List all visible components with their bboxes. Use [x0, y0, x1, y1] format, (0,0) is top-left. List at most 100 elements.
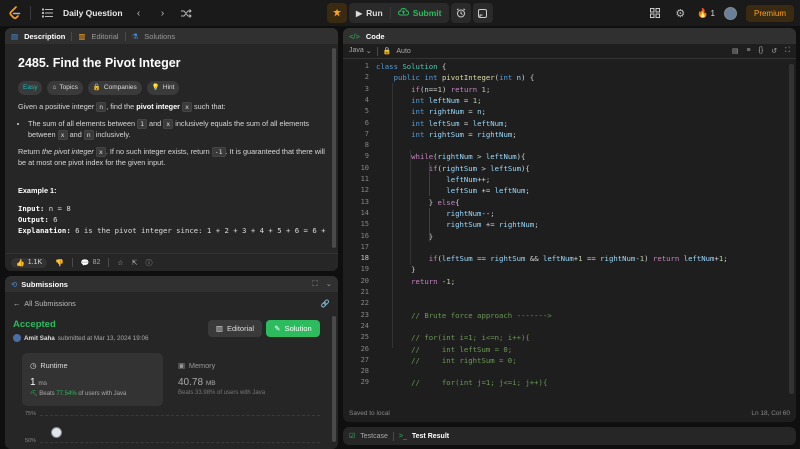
layout-grid-icon[interactable] [647, 5, 663, 21]
run-submit-group: ▶ Run Submit [349, 3, 449, 23]
bookmark-icon[interactable]: ▤ [732, 47, 739, 55]
problem-title[interactable]: 2485. Find the Pivot Integer [18, 54, 325, 72]
language-select[interactable]: Java ⌄ [349, 47, 372, 55]
chart-gridline [40, 415, 320, 416]
help-icon[interactable]: ⓘ [146, 258, 153, 268]
leetcode-logo-icon[interactable] [8, 6, 22, 20]
comment-icon: 💬 [80, 259, 90, 267]
code-toolbar: Java ⌄ 🔒 Auto ▤ ≡ {} ↺ ⛶ [343, 44, 796, 59]
tab-code[interactable]: Code [366, 32, 385, 41]
thumbs-up-icon: 👍 [16, 259, 25, 267]
scrollbar[interactable] [332, 48, 336, 248]
run-button[interactable]: ▶ Run [349, 3, 390, 23]
runtime-card[interactable]: ◷ Runtime 1 ms ⛏ Beats 77.54% of users wi… [22, 353, 163, 406]
format-icon[interactable]: ≡ [746, 47, 750, 55]
problem-tags: Easy ⌂ Topics 🔒 Companies 💡 Hint [18, 81, 325, 95]
auto-mode[interactable]: Auto [396, 48, 410, 55]
indent-guide [429, 208, 430, 242]
chevron-right-icon[interactable]: › [155, 5, 171, 21]
alarm-clock-icon[interactable] [450, 3, 471, 23]
submit-button[interactable]: Submit [391, 3, 449, 23]
problem-return: Return the pivot integer x. If no such i… [18, 147, 325, 167]
braces-icon[interactable]: {} [759, 47, 764, 55]
play-icon: ▶ [356, 8, 363, 18]
avatar[interactable] [723, 6, 737, 20]
flask-icon: ⚗ [131, 31, 139, 41]
chevron-down-icon: ⌄ [365, 48, 372, 55]
description-body: 2485. Find the Pivot Integer Easy ⌂ Topic… [5, 44, 338, 243]
beats-icon: ⛏ [30, 391, 38, 397]
tab-submissions[interactable]: Submissions [21, 280, 68, 289]
description-footer: 👍 1.1K 👎 💬 82 ☆ ⇱ ⓘ [5, 253, 338, 271]
hint-tag[interactable]: 💡 Hint [146, 81, 180, 95]
chevron-left-icon[interactable]: ‹ [131, 5, 147, 21]
chart-axis-label: 50% [25, 438, 37, 444]
problem-list-icon[interactable] [39, 5, 55, 21]
cursor-position: Ln 18, Col 60 [751, 409, 790, 417]
chart-axis-label: 75% [25, 411, 37, 417]
tab-solutions[interactable]: Solutions [144, 32, 175, 41]
submissions-body: ← All Submissions 🔗 Accepted Amit Saha su… [5, 292, 338, 346]
scrollbar[interactable] [789, 64, 794, 394]
list-item: The sum of all elements between 1 and x … [28, 119, 325, 140]
fire-icon: 🔥 [697, 7, 709, 18]
book-icon: ▥ [215, 324, 223, 333]
code-header: </> Code [343, 28, 796, 44]
example-block: Input: n = 8 Output: 6 Explanation: 6 is… [18, 204, 326, 235]
top-bar: Daily Question ‹ › ▶ Run Submit ⚙ 🔥 1 Pr… [0, 0, 800, 26]
thumbs-down-icon[interactable]: 👎 [55, 259, 64, 267]
difficulty-badge: Easy [18, 81, 43, 95]
chevron-down-icon[interactable]: ⌄ [326, 279, 332, 289]
problem-conditions: The sum of all elements between 1 and x … [18, 119, 325, 140]
tab-test-result[interactable]: Test Result [412, 433, 449, 440]
history-icon: ⟲ [11, 279, 18, 289]
all-submissions-link[interactable]: ← All Submissions [13, 299, 76, 308]
clock-icon: ◷ [30, 361, 37, 370]
premium-button[interactable]: Premium [745, 4, 794, 22]
tab-editorial[interactable]: Editorial [91, 32, 118, 41]
link-icon[interactable]: 🔗 [321, 299, 330, 308]
editorial-button[interactable]: ▥ Editorial [208, 320, 262, 337]
gear-icon[interactable]: ⚙ [672, 5, 688, 21]
comment-button[interactable]: 💬 82 [81, 259, 101, 267]
solution-button[interactable]: ✎ Solution [266, 320, 320, 337]
example-heading: Example 1: [18, 186, 57, 196]
notes-icon[interactable] [472, 3, 493, 23]
tag-icon: ⌂ [52, 84, 57, 92]
indent-guide [392, 83, 393, 348]
terminal-icon: >_ [398, 432, 407, 440]
memory-card[interactable]: ▣ Memory 40.78 MB Beats 33.98% of users w… [172, 361, 313, 406]
book-icon: ▥ [78, 31, 86, 41]
reset-icon[interactable]: ↺ [771, 47, 777, 55]
code-icon: </> [349, 31, 360, 41]
indent-guide [429, 162, 430, 196]
daily-question-title[interactable]: Daily Question [63, 8, 123, 18]
description-panel: ▤ Description ▥ Editorial ⚗ Solutions 24… [5, 28, 338, 271]
divider [30, 6, 31, 20]
tab-description[interactable]: Description [24, 32, 65, 41]
description-tabs: ▤ Description ▥ Editorial ⚗ Solutions [5, 28, 338, 44]
submissions-header: ⟲ Submissions ⛶ ⌄ [5, 276, 338, 292]
star-icon[interactable]: ☆ [117, 259, 123, 267]
debug-icon[interactable] [327, 3, 347, 23]
expand-icon[interactable]: ⛶ [785, 47, 790, 55]
file-text-icon: ▤ [11, 31, 19, 41]
maximize-icon[interactable]: ⛶ [312, 279, 317, 289]
code-panel: </> Code Java ⌄ 🔒 Auto ▤ ≡ {} ↺ ⛶ 1 class … [343, 28, 796, 422]
lightbulb-icon: 💡 [151, 84, 160, 92]
avatar [13, 334, 21, 342]
problem-intro: Given a positive integer n, find the piv… [18, 101, 226, 112]
companies-tag[interactable]: 🔒 Companies [87, 81, 142, 95]
chip-icon: ▣ [178, 361, 185, 370]
lock-icon: 🔒 [382, 48, 392, 55]
scrollbar[interactable] [332, 316, 336, 442]
like-button[interactable]: 👍 1.1K [11, 257, 48, 268]
topics-tag[interactable]: ⌂ Topics [47, 81, 83, 95]
streak-counter[interactable]: 🔥 1 [697, 8, 715, 19]
test-panel: ☑ Testcase >_ Test Result [343, 427, 796, 445]
shuffle-icon[interactable] [179, 5, 195, 21]
chart-gridline [40, 442, 320, 443]
tab-testcase[interactable]: Testcase [360, 433, 388, 440]
share-icon[interactable]: ⇱ [132, 259, 138, 267]
your-submission-marker[interactable] [51, 427, 62, 438]
